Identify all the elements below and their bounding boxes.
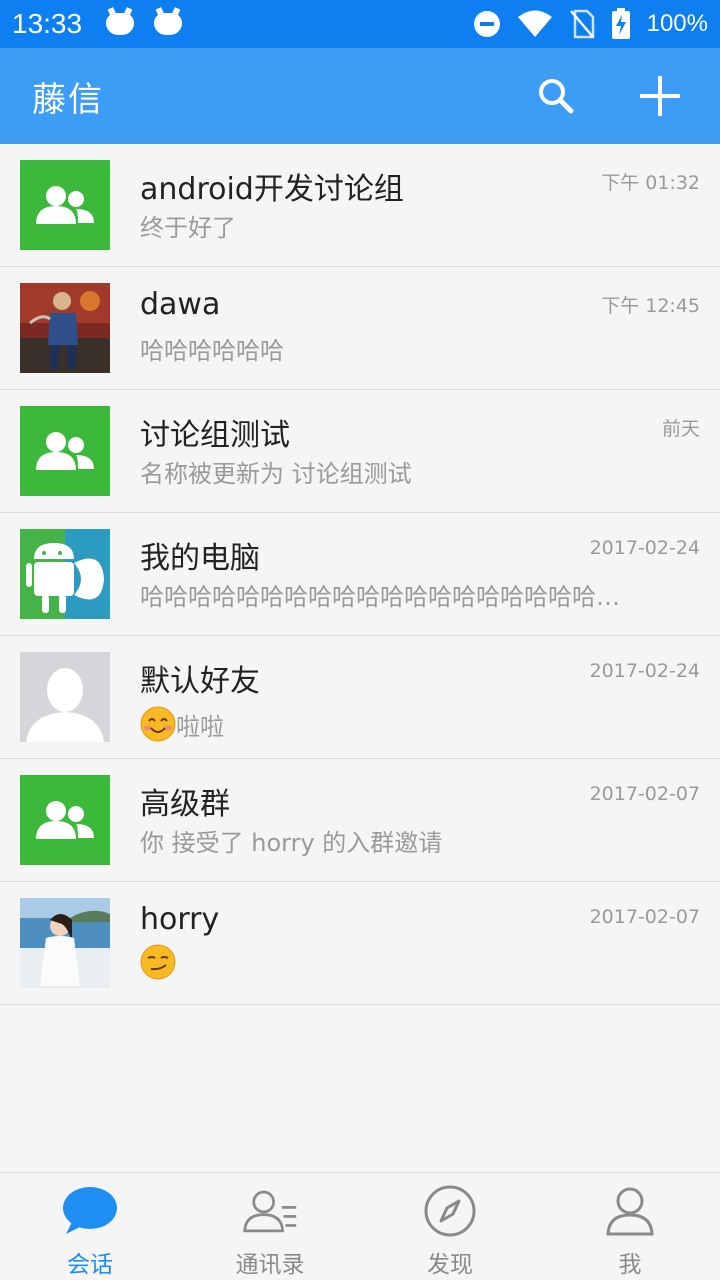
conversation-time: 前天 — [661, 418, 700, 440]
app-title: 藤信 — [32, 79, 104, 120]
add-button[interactable] — [632, 68, 688, 124]
add-icon — [640, 76, 680, 116]
conversation-time: 2017-02-24 — [589, 537, 700, 559]
preview-text: 哈哈哈哈哈哈哈哈哈哈哈哈哈哈哈哈哈哈哈哈哈哈哈哈哈哈哈哈哈哈 — [140, 583, 630, 611]
tab-contacts[interactable]: 通讯录 — [180, 1173, 360, 1280]
battery-percentage: 100% — [646, 10, 708, 37]
conversation-time: 2017-02-07 — [589, 906, 700, 928]
conversation-item[interactable]: android开发讨论组 终于好了 下午 01:32 — [0, 144, 720, 267]
conversation-list: android开发讨论组 终于好了 下午 01:32 dawa 哈哈哈哈哈哈 下… — [0, 144, 720, 1005]
conversation-preview: 名称被更新为 讨论组测试 — [140, 454, 630, 489]
status-bar: 13:33 100% — [0, 0, 720, 48]
conversation-item[interactable]: horry 2017-02-07 — [0, 882, 720, 1005]
preview-text: 啦啦 — [176, 712, 224, 741]
tab-me[interactable]: 我 — [540, 1173, 720, 1280]
conversation-item[interactable]: 我的电脑 哈哈哈哈哈哈哈哈哈哈哈哈哈哈哈哈哈哈哈哈哈哈哈哈哈哈哈哈哈哈 2017… — [0, 513, 720, 636]
smile-emoji — [140, 706, 176, 742]
conversation-time: 2017-02-24 — [589, 660, 700, 682]
conversation-item[interactable]: 默认好友 啦啦 2017-02-24 — [0, 636, 720, 759]
preview-text: 你 接受了 horry 的入群邀请 — [140, 829, 443, 857]
bottom-navigation: 会话 通讯录 发现 我 — [0, 1172, 720, 1280]
status-time: 13:33 — [12, 8, 83, 39]
conversation-time: 下午 01:32 — [601, 172, 700, 194]
user-photo-avatar — [20, 898, 110, 988]
conversation-preview: 哈哈哈哈哈哈 — [140, 331, 630, 366]
preview-text: 名称被更新为 讨论组测试 — [140, 460, 412, 488]
app-actions — [528, 68, 688, 124]
no-sim-icon — [569, 9, 594, 39]
smirk-emoji — [140, 944, 176, 980]
status-right: 100% — [473, 8, 708, 40]
tab-label: 通讯录 — [235, 1252, 305, 1278]
default-person-avatar — [20, 652, 110, 742]
cat-notification-icon — [154, 13, 183, 35]
user-photo-avatar — [20, 283, 110, 373]
preview-text: 哈哈哈哈哈哈 — [140, 337, 284, 365]
conversation-item[interactable]: 高级群 你 接受了 horry 的入群邀请 2017-02-07 — [0, 759, 720, 882]
battery-charging-icon — [611, 8, 630, 39]
notification-icons — [106, 13, 183, 35]
conversation-time: 下午 12:45 — [601, 295, 700, 317]
conversation-time: 2017-02-07 — [589, 783, 700, 805]
conversation-preview — [140, 944, 630, 980]
conversation-preview: 哈哈哈哈哈哈哈哈哈哈哈哈哈哈哈哈哈哈哈哈哈哈哈哈哈哈哈哈哈哈 — [140, 577, 630, 612]
conversation-preview: 啦啦 — [140, 706, 630, 742]
app-bar: 藤信 — [0, 48, 720, 144]
tab-conversations[interactable]: 会话 — [0, 1173, 180, 1280]
android-apple-avatar — [20, 529, 110, 619]
group-avatar-icon — [20, 775, 110, 865]
do-not-disturb-icon — [473, 11, 500, 37]
search-button[interactable] — [528, 68, 584, 124]
tab-label: 发现 — [427, 1252, 473, 1278]
cat-notification-icon — [106, 13, 135, 35]
tab-label: 我 — [618, 1252, 642, 1278]
conversation-preview: 终于好了 — [140, 208, 630, 243]
compass-icon — [422, 1183, 478, 1239]
group-avatar-icon — [20, 406, 110, 496]
conversation-item[interactable]: dawa 哈哈哈哈哈哈 下午 12:45 — [0, 267, 720, 390]
preview-text: 终于好了 — [140, 214, 236, 242]
chat-bubble-icon — [62, 1183, 118, 1239]
group-avatar-icon — [20, 160, 110, 250]
person-icon — [602, 1183, 658, 1239]
tab-discover[interactable]: 发现 — [360, 1173, 540, 1280]
tab-label: 会话 — [67, 1252, 113, 1278]
contacts-icon — [242, 1183, 298, 1239]
wifi-icon — [517, 10, 552, 37]
search-icon — [539, 79, 574, 114]
conversation-item[interactable]: 讨论组测试 名称被更新为 讨论组测试 前天 — [0, 390, 720, 513]
conversation-name: 讨论组测试 — [140, 418, 290, 453]
conversation-preview: 你 接受了 horry 的入群邀请 — [140, 823, 630, 858]
